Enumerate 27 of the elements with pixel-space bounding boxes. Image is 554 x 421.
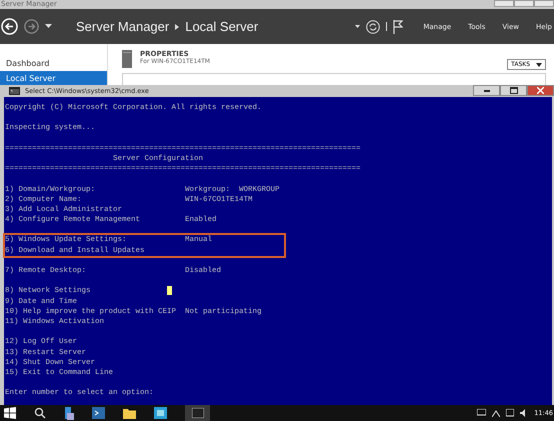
console-icon — [192, 408, 204, 418]
refresh-icon[interactable] — [366, 20, 380, 34]
start-icon[interactable] — [4, 407, 16, 419]
maximize-button[interactable] — [500, 85, 527, 96]
close-button[interactable] — [527, 85, 554, 96]
folder-icon[interactable] — [123, 408, 136, 418]
sidebar-item[interactable]: Dashboard — [0, 56, 107, 71]
terminal-icon[interactable] — [92, 407, 105, 419]
caret-icon[interactable] — [45, 24, 52, 29]
caret-icon — [536, 62, 542, 66]
server-icon — [122, 50, 132, 68]
caret-icon[interactable] — [355, 24, 360, 28]
search-icon[interactable] — [34, 407, 46, 419]
forward-icon[interactable] — [24, 19, 39, 34]
separator-icon — [175, 24, 180, 30]
minimize-button[interactable] — [473, 85, 500, 96]
flag-icon[interactable] — [393, 20, 404, 34]
back-icon[interactable] — [1, 18, 18, 35]
taskbar-button[interactable] — [185, 405, 210, 421]
sidebar-item[interactable]: Local Server — [0, 71, 107, 86]
server-icon[interactable] — [64, 406, 74, 420]
console-icon — [9, 87, 20, 95]
caret-icon[interactable] — [492, 410, 500, 416]
breadcrumb-item[interactable]: Local Server — [185, 19, 258, 34]
close-icon — [537, 87, 544, 94]
breadcrumb-item[interactable]: Server Manager — [76, 19, 170, 34]
monitor-icon[interactable] — [477, 409, 486, 417]
